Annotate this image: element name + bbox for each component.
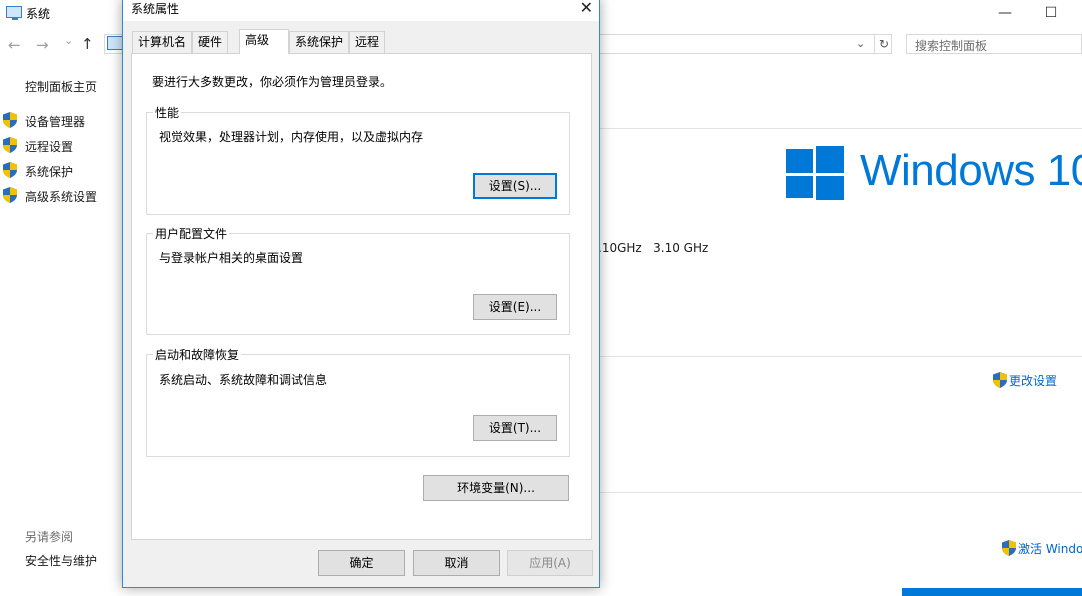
sidebar-item-device-manager[interactable]: 设备管理器 bbox=[25, 113, 85, 130]
startup-recovery-description: 系统启动、系统故障和调试信息 bbox=[159, 373, 328, 387]
section-divider bbox=[600, 128, 1082, 129]
ok-button[interactable]: 确定 bbox=[318, 550, 405, 576]
system-properties-dialog: 系统属性 ✕ 计算机名 硬件 高级 系统保护 远程 要进行大多数更改，你必须作为… bbox=[122, 0, 600, 588]
tab-system-protection[interactable]: 系统保护 bbox=[289, 31, 350, 53]
uac-shield-icon bbox=[993, 372, 1007, 388]
environment-variables-button[interactable]: 环境变量(N)... bbox=[423, 475, 569, 501]
system-monitor-icon bbox=[107, 36, 123, 50]
see-also-heading: 另请参阅 bbox=[25, 530, 74, 544]
user-profiles-group-label: 用户配置文件 bbox=[153, 225, 230, 242]
control-panel-home-link[interactable]: 控制面板主页 bbox=[25, 78, 97, 95]
windows-10-brand-text: Windows 10 bbox=[860, 146, 1082, 195]
dialog-title: 系统属性 bbox=[131, 2, 180, 16]
system-monitor-icon bbox=[6, 6, 22, 20]
security-maintenance-link[interactable]: 安全性与维护 bbox=[25, 552, 97, 569]
windows-logo-icon bbox=[786, 146, 844, 200]
search-placeholder: 搜索控制面板 bbox=[915, 39, 988, 53]
performance-description: 视觉效果，处理器计划，内存使用，以及虚拟内存 bbox=[159, 130, 424, 144]
performance-group-label: 性能 bbox=[153, 104, 182, 121]
user-profiles-description: 与登录帐户相关的桌面设置 bbox=[159, 251, 304, 265]
refresh-icon[interactable]: ↻ bbox=[874, 34, 893, 54]
change-settings-link[interactable]: 更改设置 bbox=[1009, 372, 1057, 389]
taskbar-edge bbox=[902, 588, 1082, 596]
address-dropdown-chevron-icon[interactable]: ⌄ bbox=[856, 37, 865, 50]
startup-recovery-group-label: 启动和故障恢复 bbox=[153, 346, 242, 363]
tab-computer-name[interactable]: 计算机名 bbox=[132, 31, 193, 53]
up-arrow-icon[interactable]: ↑ bbox=[81, 35, 94, 53]
sidebar-item-advanced-system-settings[interactable]: 高级系统设置 bbox=[25, 188, 97, 205]
admin-note: 要进行大多数更改，你必须作为管理员登录。 bbox=[152, 75, 393, 89]
apply-button[interactable]: 应用(A) bbox=[507, 550, 593, 576]
sidebar-item-remote-settings[interactable]: 远程设置 bbox=[25, 138, 73, 155]
search-input[interactable]: 搜索控制面板 bbox=[906, 34, 1082, 54]
section-divider bbox=[600, 492, 1082, 493]
close-icon[interactable]: ✕ bbox=[580, 0, 593, 17]
tab-advanced[interactable]: 高级 bbox=[239, 29, 289, 54]
minimize-button[interactable]: — bbox=[982, 0, 1028, 28]
processor-info: .10GHz 3.10 GHz bbox=[598, 241, 709, 255]
dialog-titlebar: 系统属性 ✕ bbox=[123, 0, 599, 21]
maximize-button[interactable]: ☐ bbox=[1028, 0, 1074, 28]
system-window-title: 系统 bbox=[26, 7, 51, 21]
uac-shield-icon bbox=[3, 137, 17, 153]
activate-windows-link[interactable]: 激活 Windo bbox=[1018, 540, 1082, 557]
forward-arrow-icon[interactable]: → bbox=[36, 36, 49, 54]
performance-settings-button[interactable]: 设置(S)... bbox=[473, 173, 557, 199]
uac-shield-icon bbox=[3, 162, 17, 178]
section-divider bbox=[600, 356, 1082, 357]
uac-shield-icon bbox=[3, 187, 17, 203]
startup-recovery-group bbox=[146, 354, 570, 457]
startup-recovery-settings-button[interactable]: 设置(T)... bbox=[473, 415, 557, 441]
recent-locations-chevron-icon[interactable]: ⌄ bbox=[64, 34, 73, 47]
uac-shield-icon bbox=[3, 112, 17, 128]
tab-remote[interactable]: 远程 bbox=[349, 31, 386, 53]
sidebar-item-system-protection[interactable]: 系统保护 bbox=[25, 163, 73, 180]
back-arrow-icon[interactable]: ← bbox=[8, 36, 21, 54]
cancel-button[interactable]: 取消 bbox=[413, 550, 500, 576]
uac-shield-icon bbox=[1002, 540, 1016, 556]
tab-hardware[interactable]: 硬件 bbox=[192, 31, 229, 53]
user-profiles-settings-button[interactable]: 设置(E)... bbox=[473, 294, 557, 320]
